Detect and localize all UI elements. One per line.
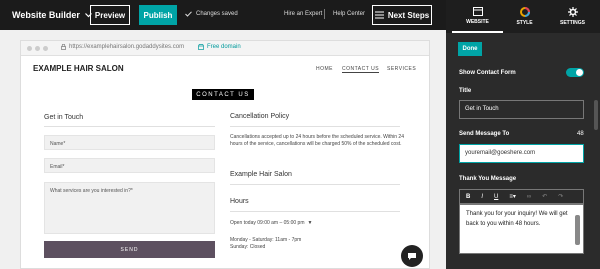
name-field[interactable]: Name* (44, 135, 215, 150)
next-steps-label: Next Steps (387, 10, 430, 20)
store-icon (198, 44, 204, 50)
window-dot (35, 46, 40, 51)
site-title[interactable]: EXAMPLE HAIR SALON (33, 64, 124, 73)
bold-icon[interactable]: B (466, 194, 470, 200)
italic-icon[interactable]: I (481, 194, 483, 200)
show-contact-form-label: Show Contact Form (459, 70, 516, 76)
nav-contact[interactable]: CONTACT US (342, 66, 380, 73)
save-status: Changes saved (185, 11, 238, 17)
free-domain-link[interactable]: Free domain (198, 44, 241, 50)
url-display: https://examplehairsalon.godaddysites.co… (61, 44, 184, 50)
nav-home[interactable]: HOME (316, 66, 333, 72)
site-preview-frame: https://examplehairsalon.godaddysites.co… (20, 40, 430, 269)
cancellation-title[interactable]: Cancellation Policy (230, 113, 289, 120)
panel-scrollbar[interactable] (594, 100, 598, 130)
window-dot (43, 46, 48, 51)
app-menu-label: Website Builder (12, 10, 80, 20)
tab-website[interactable]: WEBSITE (452, 0, 503, 33)
thank-you-label: Thank You Message (459, 176, 517, 182)
lock-icon (61, 44, 66, 50)
open-today-text: Open today 09:00 am – 05:00 pm (230, 220, 305, 226)
browser-bar: https://examplehairsalon.godaddysites.co… (21, 41, 429, 56)
hero-heading[interactable]: CONTACT US (192, 89, 254, 100)
divider (230, 126, 400, 127)
panel-tabs: WEBSITE STYLE SETTINGS (446, 0, 600, 33)
save-status-text: Changes saved (196, 11, 238, 17)
chat-button[interactable] (401, 245, 423, 267)
chat-icon (408, 252, 416, 260)
email-field[interactable]: Email* (44, 158, 215, 173)
undo-icon[interactable]: ↶ (542, 193, 547, 200)
next-steps-button[interactable]: Next Steps (372, 5, 432, 25)
caret-down-icon: ▼ (307, 220, 313, 226)
divider (44, 126, 215, 127)
hire-expert-link[interactable]: Hire an Expert (284, 11, 322, 17)
divider (230, 184, 400, 185)
cancellation-text[interactable]: Cancellations accepted up to 24 hours be… (230, 134, 405, 148)
align-icon[interactable]: ≡▾ (509, 193, 516, 200)
done-button[interactable]: Done (458, 42, 482, 56)
contact-form-title[interactable]: Get in Touch (44, 114, 83, 121)
send-button[interactable]: SEND (44, 241, 215, 258)
salon-name[interactable]: Example Hair Salon (230, 171, 292, 178)
url-text: https://examplehairsalon.godaddysites.co… (69, 44, 185, 50)
link-icon[interactable]: ∞ (527, 194, 531, 200)
title-label: Title (459, 88, 472, 94)
color-wheel-icon (519, 7, 530, 17)
preview-button[interactable]: Preview (90, 5, 130, 25)
send-to-label: Send Message To (459, 131, 510, 137)
divider (324, 9, 325, 19)
tab-settings[interactable]: SETTINGS (547, 0, 598, 33)
tab-style[interactable]: STYLE (499, 0, 550, 33)
nav-services[interactable]: SERVICES (387, 66, 416, 72)
hours-weekdays: Monday - Saturday: 11am - 7pm (230, 237, 302, 243)
divider (230, 211, 400, 212)
tab-settings-label: SETTINGS (559, 20, 585, 26)
toggle-knob (576, 69, 583, 76)
rich-text-toolbar: B I U ≡▾ ∞ ↶ ↷ (459, 189, 584, 204)
tab-website-label: WEBSITE (466, 18, 489, 25)
layout-icon (472, 6, 483, 16)
open-today[interactable]: Open today 09:00 am – 05:00 pm ▼ (230, 220, 405, 227)
title-input[interactable]: Get in Touch (459, 100, 584, 119)
services-field[interactable]: What services are you interested in?* (44, 182, 215, 234)
send-to-input[interactable]: youremail@goeshere.com (459, 144, 584, 163)
help-center-link[interactable]: Help Center (333, 11, 365, 17)
free-domain-label: Free domain (207, 44, 241, 50)
list-icon (374, 11, 384, 19)
char-count: 48 (577, 131, 584, 137)
gear-icon (567, 7, 578, 17)
hours-sunday: Sunday: Closed (230, 244, 266, 250)
tab-style-label: STYLE (516, 20, 533, 26)
app-menu[interactable]: Website Builder (12, 10, 92, 20)
window-dot (27, 46, 32, 51)
redo-icon[interactable]: ↷ (558, 193, 563, 200)
publish-button[interactable]: Publish (139, 5, 177, 25)
underline-icon[interactable]: U (494, 194, 498, 200)
check-icon (185, 11, 192, 17)
editor-scrollbar[interactable] (575, 215, 580, 245)
hours-title[interactable]: Hours (230, 198, 249, 205)
show-contact-form-toggle[interactable] (566, 68, 584, 77)
thank-you-editor[interactable]: Thank you for your inquiry! We will get … (459, 204, 584, 254)
